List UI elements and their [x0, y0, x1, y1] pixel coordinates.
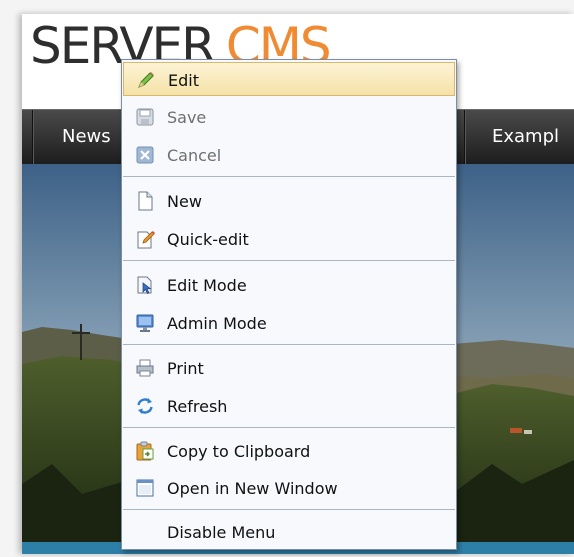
menu-item-quick-edit[interactable]: Quick-edit: [123, 222, 455, 256]
menu-separator: [123, 509, 455, 510]
window-icon: [136, 479, 154, 497]
nav-item-examples[interactable]: Exampl: [492, 126, 559, 147]
page-frame: SERVER CMS News Exampl Edit Save Cancel …: [0, 0, 574, 557]
menu-item-open-in-new-window[interactable]: Open in New Window: [123, 471, 455, 505]
nav-separator: [32, 110, 33, 164]
new-page-icon: [138, 191, 153, 211]
menu-item-copy-to-clipboard[interactable]: Copy to Clipboard: [123, 434, 455, 468]
menu-item-label: Quick-edit: [167, 230, 249, 249]
context-menu: Edit Save Cancel New Quick-edit Edit Mod…: [121, 59, 457, 550]
menu-item-label: Print: [167, 359, 204, 378]
menu-item-print[interactable]: Print: [123, 351, 455, 385]
edit-mode-icon: [137, 276, 152, 294]
nav-separator: [464, 110, 465, 164]
menu-item-label: Edit Mode: [167, 276, 247, 295]
menu-item-edit-mode[interactable]: Edit Mode: [123, 268, 455, 302]
pencil-icon: [138, 72, 154, 88]
menu-item-refresh[interactable]: Refresh: [123, 389, 455, 423]
menu-item-edit[interactable]: Edit: [123, 62, 455, 96]
save-icon: [136, 108, 154, 126]
menu-item-disable-menu[interactable]: Disable Menu: [123, 515, 455, 549]
nav-item-news[interactable]: News: [62, 126, 111, 147]
menu-item-label: Admin Mode: [167, 314, 267, 333]
menu-item-label: Open in New Window: [167, 479, 338, 498]
quick-edit-icon: [137, 231, 155, 249]
menu-item-label: Refresh: [167, 397, 228, 416]
menu-separator: [123, 260, 455, 261]
refresh-icon: [137, 398, 153, 414]
monitor-icon: [136, 314, 154, 332]
menu-item-label: Copy to Clipboard: [167, 442, 311, 461]
menu-item-save[interactable]: Save: [123, 100, 455, 134]
menu-item-new[interactable]: New: [123, 184, 455, 218]
menu-item-label: Save: [167, 108, 207, 127]
menu-item-label: Cancel: [167, 146, 222, 165]
cancel-icon: [136, 146, 154, 164]
clipboard-icon: [136, 441, 154, 461]
menu-item-admin-mode[interactable]: Admin Mode: [123, 306, 455, 340]
menu-item-label: Disable Menu: [167, 523, 276, 542]
printer-icon: [136, 359, 154, 377]
menu-item-label: New: [167, 192, 202, 211]
menu-separator: [123, 427, 455, 428]
menu-item-cancel[interactable]: Cancel: [123, 138, 455, 172]
menu-separator: [123, 176, 455, 177]
menu-separator: [123, 344, 455, 345]
menu-item-label: Edit: [168, 71, 199, 90]
